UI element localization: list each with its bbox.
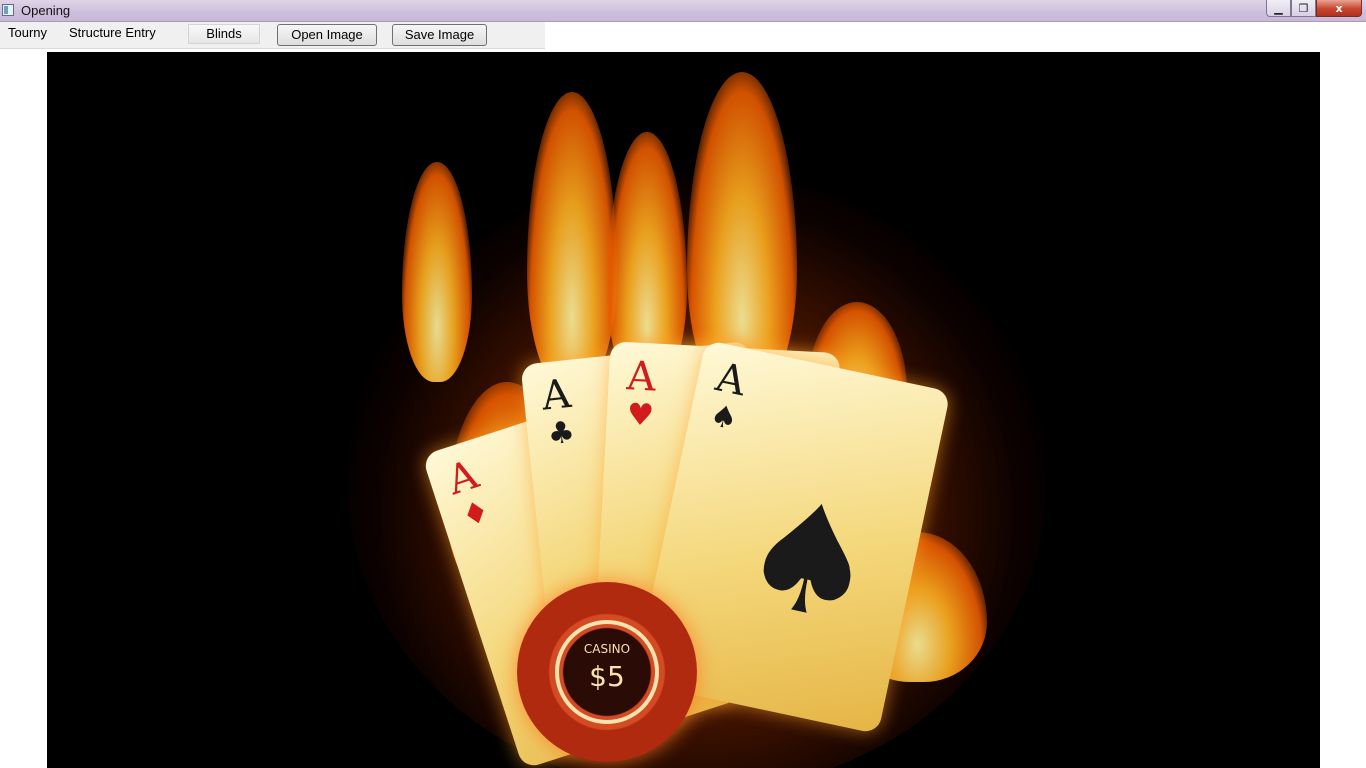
chip-value: $5 [589, 660, 625, 693]
close-button[interactable]: x [1316, 0, 1362, 17]
maximize-button[interactable]: ❐ [1291, 0, 1316, 17]
card-rank: A [711, 354, 750, 406]
card-rank: A [625, 353, 658, 401]
menu-tourny[interactable]: Tourny [6, 25, 49, 40]
flame [402, 162, 472, 382]
heart-icon: ♥ [626, 397, 655, 434]
menu-structure-entry[interactable]: Structure Entry [67, 25, 158, 40]
card-rank: A [539, 370, 573, 420]
menu-blinds[interactable]: Blinds [188, 24, 260, 44]
open-image-button[interactable]: Open Image [277, 24, 377, 46]
spade-icon: ♠ [706, 397, 741, 438]
large-spade-icon: ♠ [725, 462, 894, 661]
flame [527, 92, 617, 392]
window-title: Opening [21, 3, 71, 18]
diamond-icon: ♦ [457, 493, 495, 536]
app-icon [2, 4, 14, 16]
displayed-image: A ♦ A ♣ A ♥ A ♠ ♠ CASINO $5 [47, 52, 1320, 768]
casino-chip: CASINO $5 [517, 582, 697, 762]
title-bar: Opening ▁ ❐ x [0, 0, 1366, 22]
club-icon: ♣ [546, 414, 577, 453]
chip-label: CASINO [583, 642, 631, 656]
window-controls: ▁ ❐ x [1266, 0, 1362, 18]
save-image-button[interactable]: Save Image [392, 24, 487, 46]
minimize-button[interactable]: ▁ [1266, 0, 1291, 17]
